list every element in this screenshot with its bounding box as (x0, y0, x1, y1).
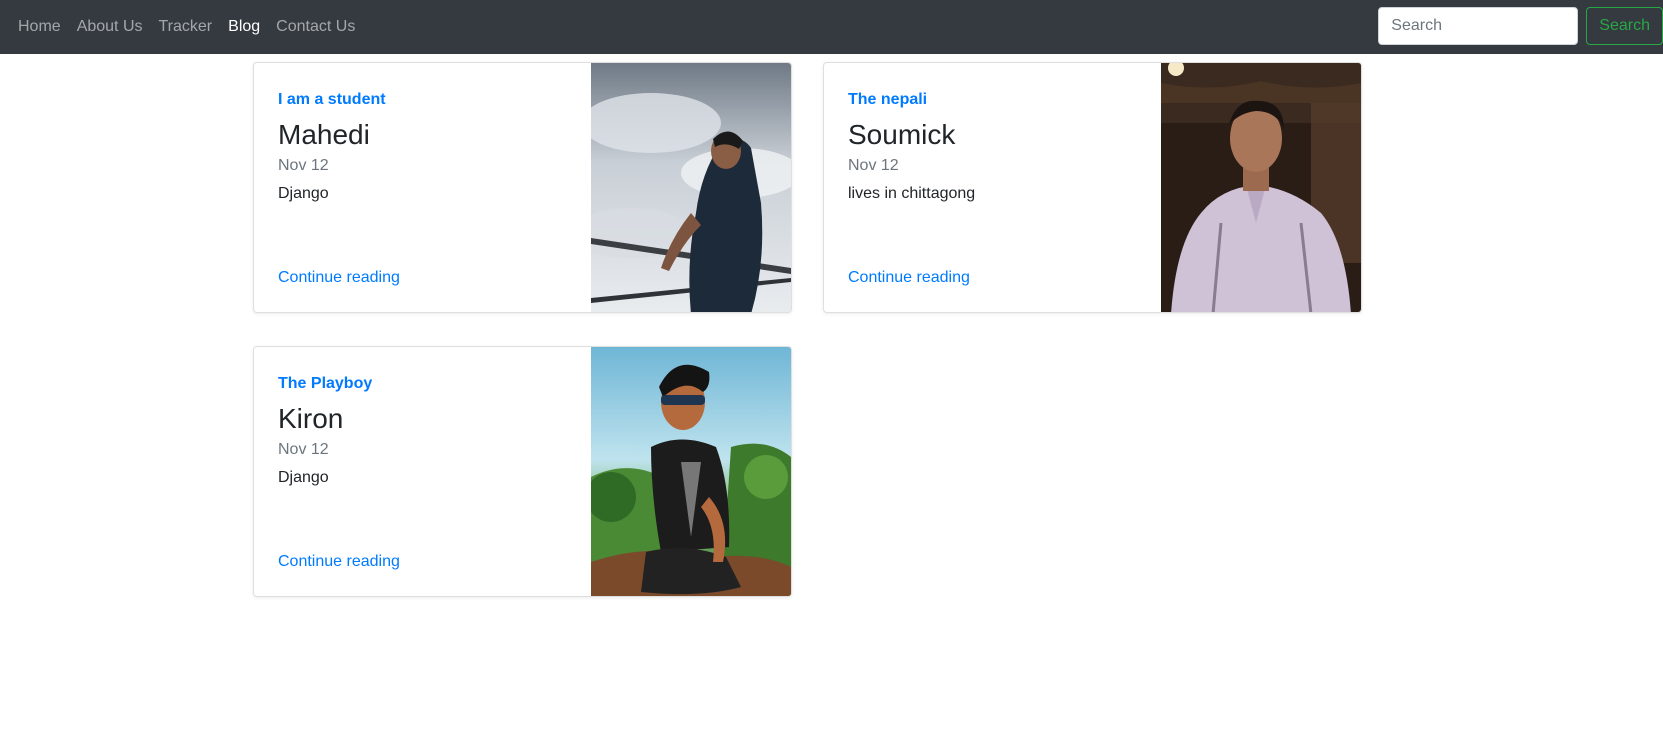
top-navbar: Home About Us Tracker Blog Contact Us Se… (0, 0, 1663, 54)
post-title: Kiron (278, 403, 344, 434)
post-excerpt: lives in chittagong (848, 185, 976, 202)
post-date: Nov 12 (848, 157, 899, 174)
post-category: The Playboy (278, 375, 373, 392)
post-category: I am a student (278, 91, 386, 108)
post-thumbnail (591, 63, 791, 312)
post-title: Soumick (848, 119, 956, 150)
post-thumbnail (591, 347, 791, 596)
post-category: The nepali (848, 91, 928, 108)
nav-tracker[interactable]: Tracker (159, 18, 213, 36)
nav-blog[interactable]: Blog (228, 18, 260, 36)
post-thumbnail (1161, 63, 1361, 312)
post-title: Mahedi (278, 119, 370, 150)
post-date: Nov 12 (278, 441, 329, 458)
search-input[interactable] (1378, 7, 1579, 45)
nav-about-us[interactable]: About Us (77, 18, 143, 36)
post-date: Nov 12 (278, 157, 329, 174)
search-button[interactable]: Search (1586, 7, 1663, 45)
continue-reading-link[interactable]: Continue reading (278, 269, 400, 287)
blog-post-card: The nepali Soumick Nov 12 lives in chitt… (823, 62, 1362, 313)
post-excerpt: Django (278, 469, 329, 486)
card-body: I am a student Mahedi Nov 12 Django Cont… (278, 63, 578, 312)
continue-reading-link[interactable]: Continue reading (278, 553, 400, 571)
nav-home[interactable]: Home (18, 18, 61, 36)
blog-post-card: I am a student Mahedi Nov 12 Django Cont… (253, 62, 792, 313)
card-body: The Playboy Kiron Nov 12 Django Continue… (278, 347, 578, 596)
post-excerpt: Django (278, 185, 329, 202)
search-form: Search (1378, 7, 1663, 45)
continue-reading-link[interactable]: Continue reading (848, 269, 970, 287)
blog-post-card: The Playboy Kiron Nov 12 Django Continue… (253, 346, 792, 597)
card-body: The nepali Soumick Nov 12 lives in chitt… (848, 63, 1148, 312)
nav-contact-us[interactable]: Contact Us (276, 18, 355, 36)
nav-links: Home About Us Tracker Blog Contact Us (18, 0, 371, 54)
